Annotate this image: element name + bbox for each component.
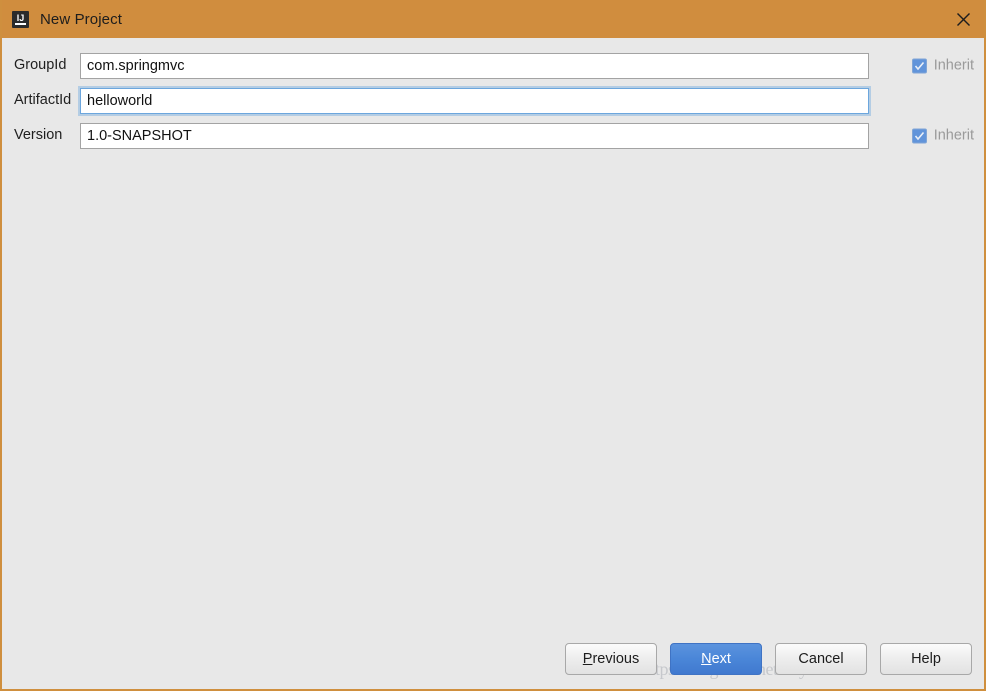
cancel-button[interactable]: Cancel [775,643,867,675]
form-row-version: Version Inherit [2,118,984,153]
title-bar: IJ New Project [2,0,984,38]
groupid-inherit-group[interactable]: Inherit [911,57,974,74]
new-project-dialog: IJ New Project GroupId Inherit [0,0,986,691]
groupid-label: GroupId [14,57,67,74]
intellij-idea-icon-label: IJ [16,12,25,23]
version-label: Version [14,127,63,144]
close-button[interactable] [940,0,984,38]
help-button[interactable]: Help [880,643,972,675]
artifactid-input[interactable] [80,87,869,114]
close-icon [956,12,970,26]
intellij-idea-icon: IJ [12,10,29,28]
dialog-button-bar: Previous Next Cancel Help [2,643,984,675]
checkmark-icon [914,131,924,140]
form-row-artifactid: ArtifactId [2,83,984,118]
version-inherit-checkbox[interactable] [911,128,927,143]
window-title: New Project [40,10,122,28]
version-inherit-group[interactable]: Inherit [911,127,974,144]
artifactid-label: ArtifactId [14,92,72,109]
groupid-inherit-checkbox[interactable] [911,58,927,73]
groupid-input[interactable] [80,52,869,79]
checkmark-icon [914,61,924,70]
intellij-idea-icon-underline [15,22,26,25]
form-row-groupid: GroupId Inherit [2,48,984,83]
previous-button[interactable]: Previous [565,643,657,675]
next-button[interactable]: Next [670,643,762,675]
version-inherit-label: Inherit [933,127,974,144]
maven-coordinates-form: GroupId Inherit ArtifactId Version [2,38,984,153]
next-button-mnemonic: N [701,651,712,667]
groupid-inherit-label: Inherit [933,57,974,74]
version-input[interactable] [80,122,869,149]
next-button-label: ext [711,651,731,667]
previous-button-label: revious [592,651,640,667]
previous-button-mnemonic: P [582,651,593,667]
